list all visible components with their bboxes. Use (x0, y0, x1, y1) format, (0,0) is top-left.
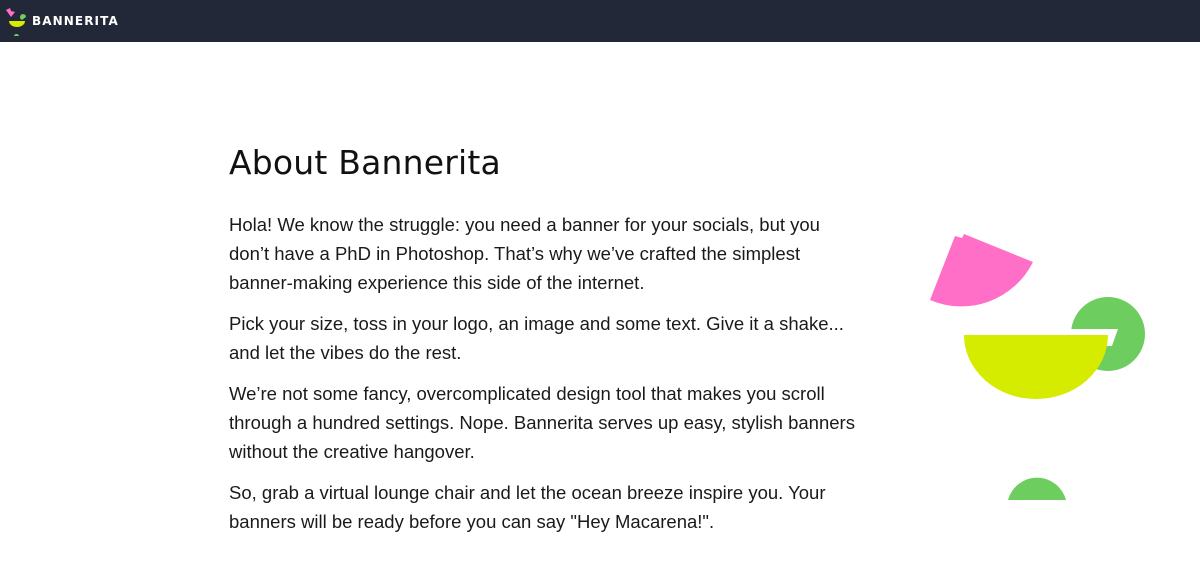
brand-home-link[interactable]: BANNERITA (4, 0, 119, 42)
pink-umbrella-shape (930, 234, 1033, 307)
garnish-half-circle (1008, 477, 1066, 500)
about-paragraph-3: We’re not some fancy, overcomplicated de… (229, 383, 855, 462)
page-title: About Bannerita (229, 143, 501, 182)
brand-name: BANNERITA (32, 14, 119, 28)
glass-bowl-shape (964, 335, 1108, 399)
about-paragraph-2: Pick your size, toss in your logo, an im… (229, 313, 844, 363)
cocktail-glass-icon (6, 8, 26, 36)
about-paragraph-1: Hola! We know the struggle: you need a b… (229, 214, 820, 293)
cocktail-illustration (930, 234, 1145, 500)
about-section: About Bannerita Hola! We know the strugg… (229, 140, 869, 548)
about-paragraph-4: So, grab a virtual lounge chair and let … (229, 482, 826, 532)
top-navigation-bar: BANNERITA (0, 0, 1200, 42)
